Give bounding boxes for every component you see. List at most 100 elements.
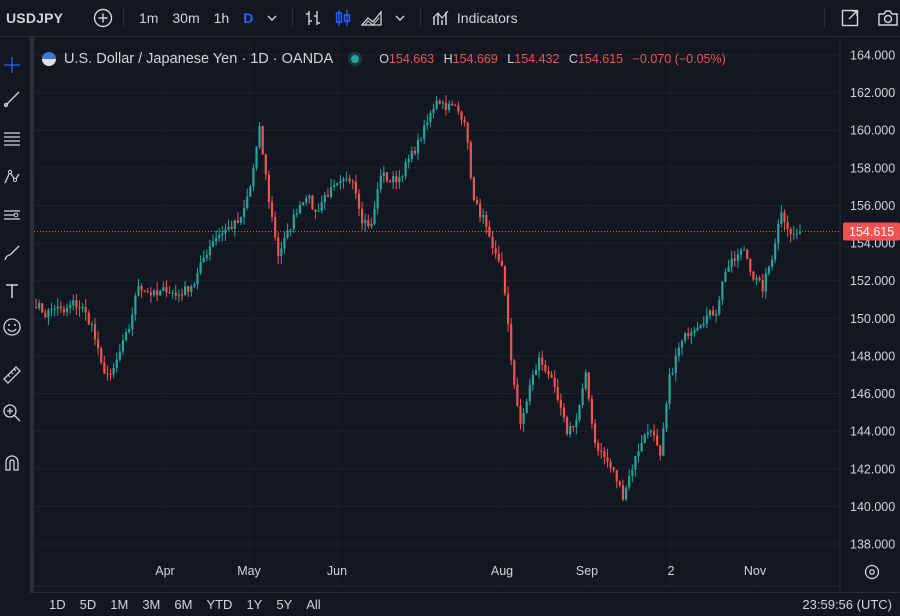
- range-1m[interactable]: 1M: [103, 597, 135, 612]
- range-1y[interactable]: 1Y: [239, 597, 269, 612]
- candle-body: [519, 405, 522, 424]
- candle-body: [665, 403, 668, 429]
- candle-body: [721, 281, 724, 300]
- y-tick-label: 162.000: [850, 86, 895, 100]
- range-1d[interactable]: 1D: [42, 597, 73, 612]
- candle-body: [565, 417, 569, 434]
- candle-body: [143, 290, 146, 292]
- candle-body: [317, 210, 320, 212]
- candle-body: [597, 442, 600, 451]
- y-tick-label: 142.000: [850, 462, 895, 476]
- candle-body: [556, 387, 559, 400]
- open-value: 154.663: [388, 52, 435, 66]
- candle-body: [550, 374, 553, 378]
- candle-body: [758, 277, 761, 280]
- candle-body: [162, 287, 165, 292]
- candle-body: [423, 125, 426, 140]
- candle-body: [44, 312, 47, 318]
- candle-body: [242, 207, 246, 218]
- candle-body: [109, 373, 112, 375]
- price-chart[interactable]: 164.000162.000160.000158.000156.000154.0…: [0, 0, 900, 615]
- range-all[interactable]: All: [299, 597, 327, 612]
- candle-body: [652, 431, 656, 436]
- candle-body: [333, 184, 336, 188]
- candle-body: [168, 292, 171, 294]
- candle-body: [690, 332, 693, 336]
- range-ytd[interactable]: YTD: [199, 597, 239, 612]
- candle-body: [336, 182, 339, 185]
- candle-body: [767, 266, 771, 274]
- candle-body: [544, 364, 547, 372]
- candle-body: [606, 457, 609, 462]
- candle-body: [59, 306, 62, 309]
- candle-body: [218, 235, 221, 239]
- candle-body: [702, 323, 705, 326]
- candle-body: [761, 279, 764, 292]
- candle-body: [34, 307, 38, 309]
- candle-body: [69, 305, 72, 308]
- candle-body: [329, 187, 333, 197]
- candle-body: [106, 373, 109, 375]
- candle-body: [401, 176, 404, 178]
- candles: [34, 95, 802, 502]
- candle-body: [646, 432, 649, 435]
- candle-body: [432, 108, 435, 113]
- chart-legend: U.S. Dollar / Japanese Yen · 1D · OANDA …: [42, 49, 732, 69]
- range-6m[interactable]: 6M: [167, 597, 199, 612]
- candle-body: [739, 249, 743, 255]
- open-label: O: [379, 52, 389, 66]
- candle-body: [593, 423, 597, 443]
- candle-body: [410, 150, 413, 160]
- candle-body: [510, 324, 513, 361]
- candle-body: [457, 105, 460, 112]
- y-tick-label: 144.000: [850, 425, 895, 439]
- candle-body: [621, 485, 625, 500]
- candle-body: [208, 246, 212, 255]
- y-tick-label: 138.000: [850, 538, 895, 552]
- candle-body: [115, 359, 118, 368]
- candle-body: [742, 249, 746, 251]
- settings-gear-icon[interactable]: [863, 563, 881, 581]
- clock-timezone[interactable]: 23:59:56 (UTC): [802, 597, 892, 612]
- candle-body: [246, 196, 249, 208]
- candle-body: [357, 193, 361, 209]
- candle-body: [454, 105, 457, 107]
- candle-body: [72, 300, 75, 306]
- candle-body: [205, 254, 208, 258]
- y-tick-label: 148.000: [850, 349, 895, 363]
- candle-body: [553, 377, 556, 388]
- candle-body: [50, 309, 53, 311]
- candle-body: [38, 303, 41, 308]
- candle-body: [385, 172, 389, 181]
- candle-body: [472, 177, 476, 200]
- candle-body: [124, 332, 128, 341]
- y-tick-label: 146.000: [850, 387, 895, 401]
- candle-body: [531, 375, 535, 385]
- candle-body: [388, 180, 392, 183]
- candle-body: [662, 428, 665, 456]
- candle-body: [311, 195, 314, 210]
- candle-body: [233, 220, 236, 229]
- candle-body: [463, 119, 466, 123]
- candle-body: [581, 388, 584, 405]
- candle-body: [382, 172, 385, 176]
- candle-body: [196, 272, 199, 285]
- range-5y[interactable]: 5Y: [269, 597, 299, 612]
- range-3m[interactable]: 3M: [135, 597, 167, 612]
- candle-body: [292, 214, 295, 230]
- candle-body: [62, 308, 66, 313]
- candle-body: [376, 189, 379, 209]
- candle-body: [590, 398, 594, 424]
- candle-body: [53, 308, 56, 310]
- candle-body: [466, 122, 469, 143]
- candle-body: [93, 324, 97, 340]
- candle-body: [696, 327, 699, 331]
- candle-body: [367, 220, 370, 227]
- candle-body: [500, 260, 503, 267]
- candle-body: [264, 154, 267, 175]
- candle-body: [618, 481, 621, 486]
- range-5d[interactable]: 5D: [73, 597, 104, 612]
- candle-body: [274, 217, 277, 238]
- candle-body: [426, 122, 429, 126]
- candle-body: [100, 348, 103, 363]
